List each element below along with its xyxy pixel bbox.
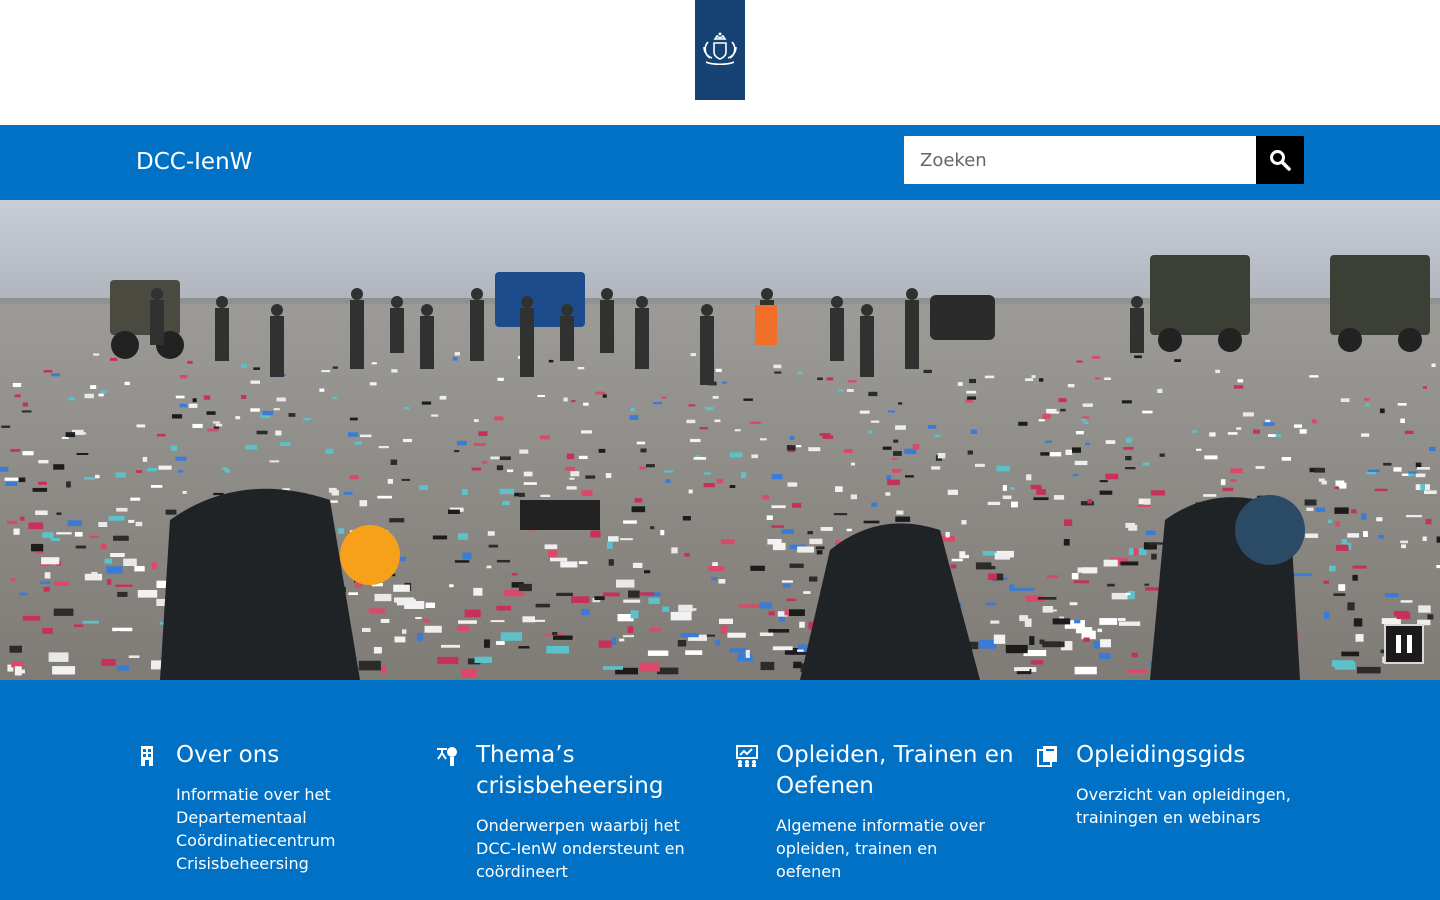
tile-description: Algemene informatie over opleiden, train…	[776, 816, 985, 881]
tile-description: Onderwerpen waarbij het DCC-IenW onderst…	[476, 816, 685, 881]
site-title-link[interactable]: DCC-IenW	[136, 147, 252, 177]
pause-icon	[1396, 635, 1401, 653]
search-input[interactable]	[904, 136, 1256, 184]
building-icon	[141, 746, 153, 766]
coat-of-arms-icon	[703, 32, 737, 66]
tile-title-link[interactable]: Opleiden, Trainen en Oefenen	[776, 740, 1026, 802]
features-section: Over ons Informatie over het Departement…	[0, 680, 1440, 900]
rijksoverheid-logo[interactable]	[695, 0, 745, 100]
tile-title-link[interactable]: Over ons	[176, 740, 426, 771]
site-header: DCC-IenW	[0, 125, 1440, 200]
hero-image	[0, 200, 1440, 680]
emergency-themes-icon	[437, 747, 457, 766]
search-form	[904, 136, 1304, 184]
pause-button[interactable]	[1384, 624, 1424, 664]
magnifier-icon	[1270, 150, 1291, 171]
training-icon	[736, 745, 758, 767]
guide-book-icon	[1037, 746, 1057, 767]
tile-description: Informatie over het Departementaal Coörd…	[176, 785, 336, 873]
pause-icon-bar	[1407, 635, 1412, 653]
top-bar	[0, 0, 1440, 125]
beach-cleanup-photo	[0, 200, 1440, 680]
tile-title-link[interactable]: Opleidingsgids	[1076, 740, 1326, 771]
tile-title-link[interactable]: Thema’s crisisbeheersing	[476, 740, 726, 802]
tile-description: Overzicht van opleidingen, trainingen en…	[1076, 785, 1291, 827]
search-button[interactable]	[1256, 136, 1304, 184]
